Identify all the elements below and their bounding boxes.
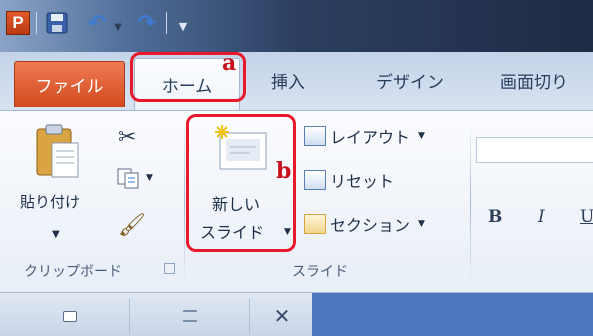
layout-button[interactable]: レイアウト ▼ [304,123,425,149]
section-button[interactable]: セクション ▼ [304,211,425,237]
tab-outline-pane[interactable] [130,299,250,333]
dialog-launcher-icon[interactable] [164,263,175,274]
bold-button[interactable]: B [488,207,502,227]
cut-icon[interactable]: ✂ [118,125,136,150]
toolbar-separator [166,12,167,34]
slides-pane-header: ✕ [0,292,593,336]
group-separator [184,119,185,285]
section-icon [304,214,326,234]
layout-dropdown-icon: ▼ [418,131,425,141]
section-dropdown-icon: ▼ [418,219,425,229]
tab-transitions[interactable]: 画面切り [500,58,593,102]
save-icon[interactable] [46,12,68,34]
tab-file[interactable]: ファイル [14,61,125,107]
close-pane-icon[interactable]: ✕ [262,299,302,333]
reset-button[interactable]: リセット [304,167,394,193]
redo-icon[interactable]: ↷ [134,10,160,36]
ribbon-home: 貼り付け ▼ ✂ ▼ 🖌 クリップボード 新しい スライド ▼ レイアウト ▼ … [0,110,593,292]
tab-slides-pane[interactable] [10,299,130,333]
paste-dropdown-icon[interactable]: ▼ [52,229,60,240]
tab-design[interactable]: デザイン [360,58,460,102]
ribbon-tabs: ファイル ホーム 挿入 デザイン 画面切り [0,52,593,110]
undo-icon[interactable]: ↶ [82,10,112,36]
copy-dropdown-icon[interactable]: ▼ [146,173,153,183]
outline-pane-icon [182,310,197,322]
paste-icon[interactable] [34,123,80,179]
format-painter-icon[interactable]: 🖌 [118,213,146,238]
tab-insert[interactable]: 挿入 [256,58,320,102]
reset-icon [304,170,326,190]
layout-icon [304,126,326,146]
annotation-label-b: b [276,158,292,184]
group-separator [470,119,471,285]
undo-dropdown-icon[interactable]: ▼ [111,14,125,40]
slides-group-label: スライド [292,264,348,280]
copy-icon[interactable] [116,167,142,189]
title-bar: P ↶ ▼ ↷ ▼ [0,0,593,52]
font-name-input[interactable] [476,137,593,163]
slides-pane-icon [62,310,77,322]
annotation-label-a: a [222,50,237,76]
customize-toolbar-icon[interactable]: ▼ [176,13,190,39]
italic-button[interactable]: I [538,207,545,227]
section-label: セクション [330,216,411,235]
layout-label: レイアウト [330,128,411,147]
paste-button[interactable]: 貼り付け [20,191,80,212]
clipboard-group-label: クリップボード [24,264,122,280]
underline-button[interactable]: U [580,207,593,227]
slide-editing-area [312,293,593,336]
reset-label: リセット [330,172,395,191]
powerpoint-logo-icon[interactable]: P [6,11,30,35]
toolbar-separator [36,12,37,34]
